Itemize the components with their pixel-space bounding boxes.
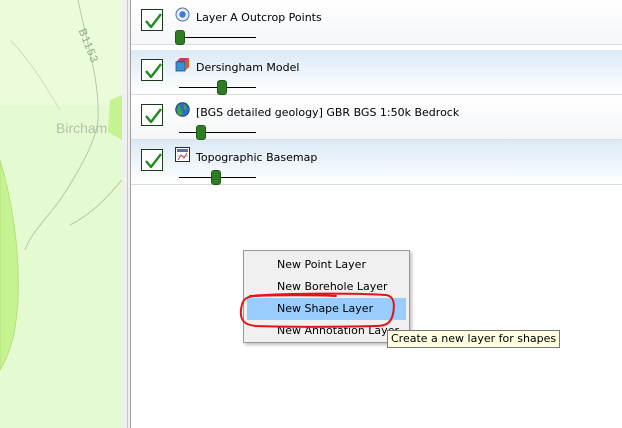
layer-row[interactable]: Layer A Outcrop Points: [131, 0, 622, 45]
map-road-line-2: [69, 179, 122, 226]
map-feature-green-small: [108, 95, 122, 140]
layer-visibility-checkbox[interactable]: [141, 59, 163, 81]
opacity-slider-track[interactable]: [179, 37, 256, 38]
checkmark-icon: [145, 153, 162, 169]
model-layer-icon: [175, 57, 190, 72]
layer-row[interactable]: Topographic Basemap: [131, 140, 622, 185]
opacity-slider-thumb[interactable]: [211, 170, 221, 185]
globe-layer-icon: [175, 102, 190, 117]
menu-item-new-point-layer[interactable]: New Point Layer: [247, 254, 406, 276]
map-feature-green: [0, 159, 19, 371]
layer-visibility-checkbox[interactable]: [141, 9, 163, 31]
layer-name: [BGS detailed geology] GBR BGS 1:50k Bed…: [196, 106, 460, 119]
menu-item-label: New Point Layer: [277, 258, 366, 271]
layer-visibility-checkbox[interactable]: [141, 149, 163, 171]
map-place-label: Bircham: [56, 120, 108, 136]
basemap-layer-icon: [175, 147, 190, 162]
layer-list: Layer A Outcrop Points Dersingham Model …: [131, 0, 622, 428]
layer-name: Layer A Outcrop Points: [196, 11, 322, 24]
map-canvas: [0, 0, 122, 371]
map-view[interactable]: B1153 Bircham: [0, 0, 122, 428]
checkmark-icon: [145, 63, 162, 79]
tooltip: Create a new layer for shapes: [387, 330, 561, 348]
layer-name: Dersingham Model: [196, 61, 300, 74]
layer-name: Topographic Basemap: [196, 151, 318, 164]
layer-visibility-checkbox[interactable]: [141, 104, 163, 126]
layer-row[interactable]: Dersingham Model: [131, 50, 622, 95]
opacity-slider-thumb[interactable]: [175, 30, 185, 45]
checkmark-icon: [145, 13, 162, 29]
layer-row[interactable]: [BGS detailed geology] GBR BGS 1:50k Bed…: [131, 95, 622, 140]
point-layer-icon: [175, 7, 190, 22]
checkmark-icon: [145, 108, 162, 124]
red-annotation-outline: [239, 292, 395, 328]
opacity-slider-thumb[interactable]: [196, 125, 206, 140]
opacity-slider-thumb[interactable]: [217, 80, 227, 95]
opacity-slider-track[interactable]: [179, 132, 256, 133]
